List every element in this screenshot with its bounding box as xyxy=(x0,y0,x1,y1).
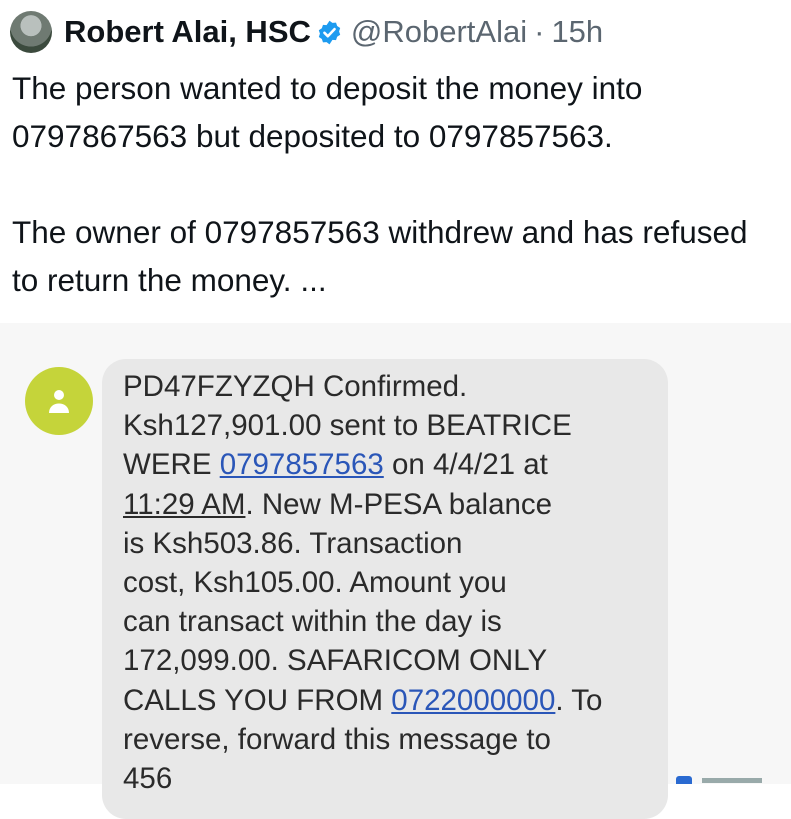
phone-link[interactable]: 0722000000 xyxy=(391,684,555,717)
sms-line: 172,099.00. SAFARICOM ONLY xyxy=(123,644,548,678)
sms-line: is Ksh503.86. Transaction xyxy=(123,526,463,560)
tweet-timestamp[interactable]: 15h xyxy=(551,14,603,50)
sms-line: 11:29 AM. New M-PESA balance xyxy=(123,487,553,521)
sms-line: reverse, forward this message to xyxy=(123,722,551,756)
time-link[interactable]: 11:29 AM xyxy=(123,488,245,521)
sms-line: CALLS YOU FROM 0722000000. To xyxy=(123,683,603,717)
sms-text: PD47FZYZQH Confirmed. Ksh127,901.00 sent… xyxy=(123,367,663,798)
sender-avatar-icon xyxy=(25,367,93,435)
sms-line: Ksh127,901.00 sent to BEATRICE xyxy=(123,409,572,443)
verified-badge-icon xyxy=(316,19,343,46)
sms-line: 456 xyxy=(123,762,173,796)
author-handle[interactable]: @RobertAlai xyxy=(351,14,527,50)
sms-bubble: PD47FZYZQH Confirmed. Ksh127,901.00 sent… xyxy=(102,359,668,819)
tweet-paragraph-1: The person wanted to deposit the money i… xyxy=(12,70,643,154)
sms-line: PD47FZYZQH Confirmed. xyxy=(123,370,468,403)
header-separator: · xyxy=(534,14,545,49)
tweet-text: The person wanted to deposit the money i… xyxy=(12,64,782,304)
tweet-media-screenshot[interactable]: PD47FZYZQH Confirmed. Ksh127,901.00 sent… xyxy=(0,323,791,819)
tweet-header: Robert Alai, HSC @RobertAlai · 15h xyxy=(10,10,603,54)
tweet-paragraph-2: The owner of 0797857563 withdrew and has… xyxy=(12,214,748,298)
author-name[interactable]: Robert Alai, HSC xyxy=(64,14,311,50)
message-status-icon xyxy=(676,775,791,784)
sms-line: can transact within the day is xyxy=(123,605,502,639)
phone-link[interactable]: 0797857563 xyxy=(220,448,384,481)
sms-line: WERE 0797857563 on 4/4/21 at xyxy=(123,448,548,482)
author-avatar[interactable] xyxy=(10,11,52,53)
sms-line: cost, Ksh105.00. Amount you xyxy=(123,566,507,600)
